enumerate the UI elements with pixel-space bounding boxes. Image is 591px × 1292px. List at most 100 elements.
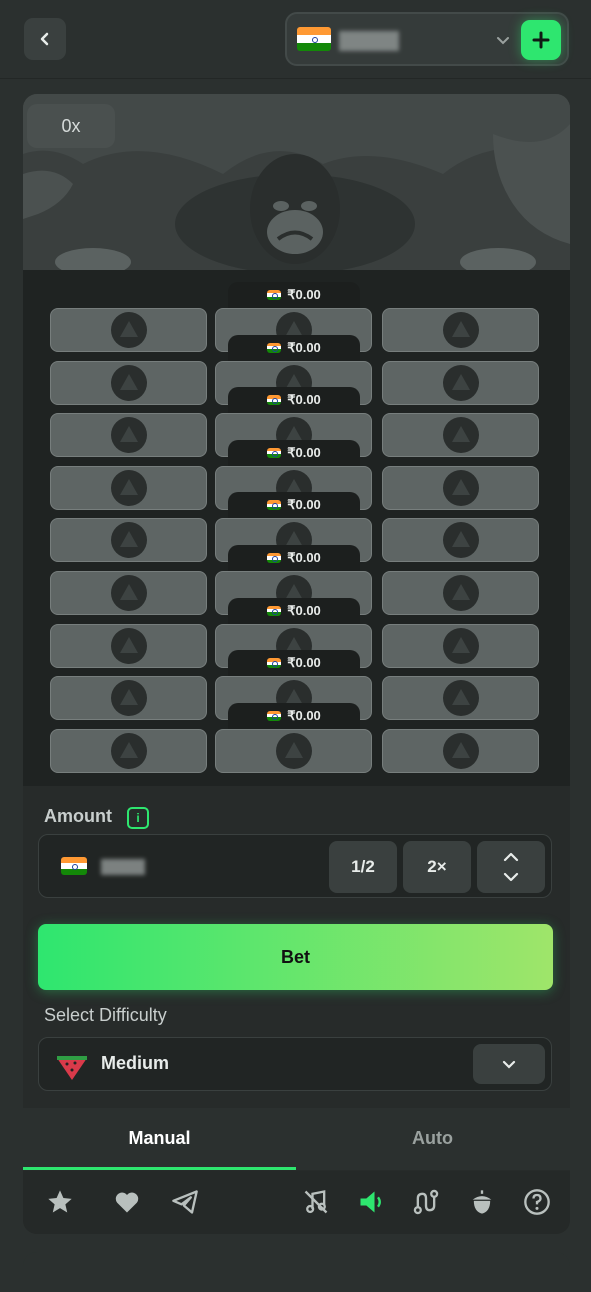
bet-button[interactable]: Bet [38, 924, 553, 990]
difficulty-label: Select Difficulty [44, 1005, 167, 1025]
india-flag-icon [267, 290, 282, 300]
row-payout-label: ₹0.00 [228, 597, 360, 624]
tower-tile[interactable] [50, 360, 207, 405]
tower-tile[interactable] [382, 360, 539, 405]
tab-auto[interactable]: Auto [296, 1108, 569, 1168]
tile-emblem-icon [110, 417, 147, 454]
next-section-card [23, 1252, 570, 1292]
tower-tile[interactable] [50, 676, 207, 721]
row-payout-value: ₹0.00 [287, 602, 321, 618]
double-button[interactable]: 2× [403, 841, 471, 893]
tower-tile[interactable] [50, 465, 207, 510]
wallet-balance-hidden [339, 31, 399, 51]
row-payout-label: ₹0.00 [228, 545, 360, 571]
tower-tile[interactable] [382, 571, 539, 615]
chevron-down-icon [502, 1060, 516, 1069]
tile-emblem-icon [110, 364, 147, 401]
active-tab-indicator [23, 1167, 296, 1170]
chevron-up-down-icon [503, 852, 519, 882]
india-flag-icon [267, 500, 282, 511]
tower-tile[interactable] [50, 728, 207, 773]
india-flag-icon [267, 658, 282, 669]
mode-tabs: Manual Auto [23, 1108, 570, 1170]
help-icon[interactable] [522, 1187, 552, 1217]
tile-emblem-icon [110, 575, 147, 611]
india-flag-icon [267, 342, 282, 353]
tile-emblem-icon [442, 364, 479, 401]
chevron-left-icon [40, 32, 49, 46]
india-flag-icon [267, 710, 282, 721]
row-payout-label: ₹0.00 [228, 439, 360, 466]
tower-tile[interactable] [382, 676, 539, 721]
row-payout-value: ₹0.00 [287, 444, 321, 460]
amount-label: Amount [44, 806, 112, 826]
top-bar [0, 0, 591, 79]
amount-value-hidden [101, 859, 145, 875]
bottom-toolbar [23, 1171, 570, 1234]
row-payout-value: ₹0.00 [287, 550, 321, 565]
row-payout-label: ₹0.00 [228, 387, 360, 414]
india-flag-icon [297, 27, 331, 51]
india-flag-icon [267, 395, 282, 406]
tower-tile[interactable] [382, 413, 539, 458]
row-payout-value: ₹0.00 [287, 707, 321, 723]
heart-icon[interactable] [112, 1187, 142, 1217]
half-button[interactable]: 1/2 [329, 841, 397, 893]
difficulty-value: Medium [101, 1053, 170, 1073]
row-payout-value: ₹0.00 [287, 339, 321, 355]
tile-emblem-icon [442, 312, 479, 348]
tower-tile[interactable] [215, 728, 372, 773]
tower-tile[interactable] [50, 623, 207, 668]
back-button[interactable] [24, 18, 66, 60]
tower-tile[interactable] [50, 571, 207, 615]
tower-tile[interactable] [382, 518, 539, 563]
music-off-icon[interactable] [301, 1187, 331, 1217]
row-payout-label: ₹0.00 [228, 334, 360, 361]
route-icon[interactable] [411, 1187, 441, 1217]
tile-emblem-icon [110, 680, 147, 717]
row-payout-label: ₹0.00 [228, 702, 360, 729]
tower-tile[interactable] [382, 728, 539, 773]
sound-on-icon[interactable] [356, 1187, 386, 1217]
tile-emblem-icon [110, 312, 147, 348]
deposit-button[interactable] [521, 20, 561, 60]
tower-tile[interactable] [50, 413, 207, 458]
tower-board: ₹0.00 ₹0.00 ₹0.00 ₹0.00 ₹0.00 ₹0.00 ₹0.00 ₹0.00… [23, 279, 570, 786]
tab-manual[interactable]: Manual [23, 1108, 296, 1168]
india-flag-icon [267, 553, 282, 563]
tower-tile[interactable] [50, 518, 207, 563]
telegram-icon[interactable] [170, 1187, 200, 1217]
multiplier-display: 0x [27, 104, 115, 148]
wallet-selector[interactable] [285, 12, 569, 66]
difficulty-dropdown-button[interactable] [473, 1044, 545, 1084]
tower-tile[interactable] [382, 623, 539, 668]
info-icon[interactable]: i [127, 807, 149, 829]
watermelon-icon [57, 1056, 87, 1080]
row-payout-label: ₹0.00 [228, 492, 360, 519]
tile-emblem-icon [110, 732, 147, 769]
star-icon[interactable] [45, 1187, 75, 1217]
difficulty-select[interactable]: Medium [38, 1037, 552, 1091]
tower-tile[interactable] [382, 465, 539, 510]
tile-emblem-icon [442, 417, 479, 454]
tile-emblem-icon [110, 627, 147, 664]
tile-emblem-icon [442, 522, 479, 559]
row-payout-value: ₹0.00 [287, 392, 321, 408]
amount-input[interactable]: 1/2 2× [38, 834, 552, 898]
tile-emblem-icon [442, 732, 479, 769]
tile-emblem-icon [442, 575, 479, 611]
row-payout-value: ₹0.00 [287, 497, 321, 513]
tile-emblem-icon [110, 522, 147, 559]
tile-emblem-icon [110, 469, 147, 506]
india-flag-icon [267, 447, 282, 458]
acorn-icon[interactable] [467, 1187, 497, 1217]
india-flag-icon [267, 605, 282, 616]
amount-adjust-button[interactable] [477, 841, 545, 893]
tile-emblem-icon [442, 680, 479, 717]
row-payout-value: ₹0.00 [287, 287, 321, 302]
tower-tile[interactable] [382, 308, 539, 352]
tile-emblem-icon [275, 732, 312, 769]
tower-tile[interactable] [50, 308, 207, 352]
row-payout-label: ₹0.00 [228, 650, 360, 677]
chevron-down-icon[interactable] [495, 32, 511, 48]
